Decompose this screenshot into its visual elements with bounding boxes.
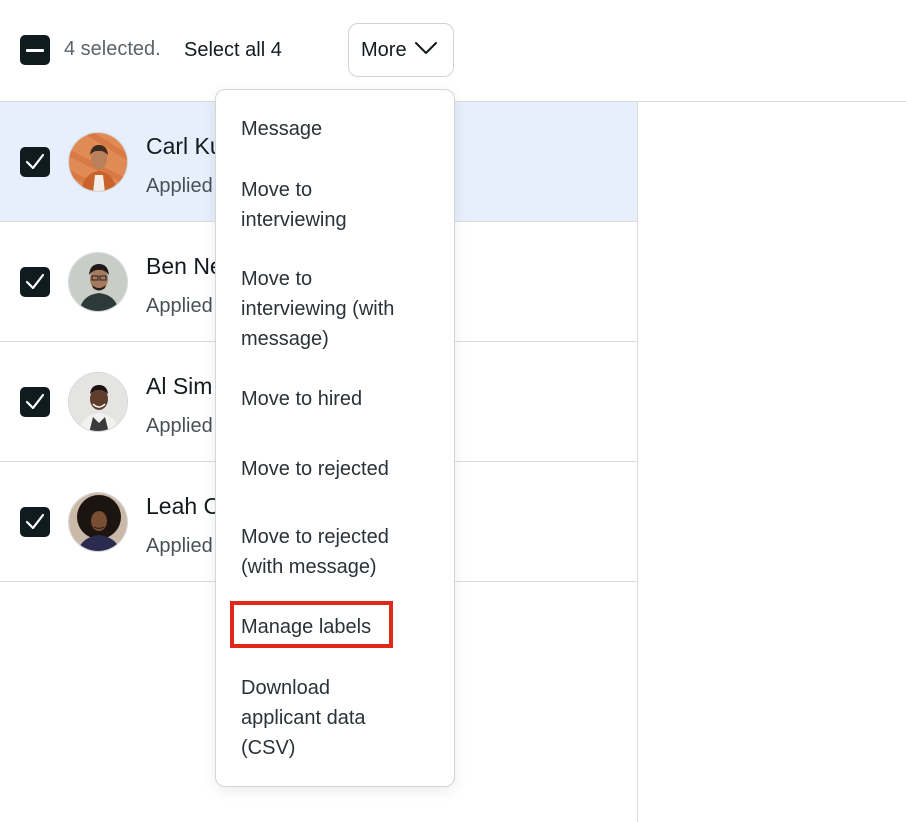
- select-all-link[interactable]: Select all 4: [184, 39, 282, 62]
- applicant-name[interactable]: Al Sim: [146, 373, 212, 400]
- select-all-checkbox[interactable]: [20, 35, 50, 65]
- menu-item-manage-labels[interactable]: Manage labels: [241, 612, 441, 642]
- menu-item-move-to-interviewing[interactable]: Move to interviewing: [241, 175, 401, 235]
- more-actions-menu: Message Move to interviewing Move to int…: [215, 89, 455, 787]
- menu-item-move-to-interviewing-with-message[interactable]: Move to interviewing (with message): [241, 264, 421, 354]
- more-button-label: More: [361, 39, 407, 61]
- applicant-list-page: 4 selected. Select all 4 More Carl Ku Ap…: [0, 0, 906, 822]
- applicant-status: Applied: [146, 415, 213, 437]
- avatar: [68, 492, 128, 552]
- avatar: [68, 252, 128, 312]
- row-checkbox[interactable]: [20, 147, 50, 177]
- checkmark-icon: [25, 153, 45, 170]
- bulk-action-toolbar: 4 selected. Select all 4 More: [0, 0, 906, 101]
- menu-item-message[interactable]: Message: [241, 114, 441, 144]
- row-checkbox[interactable]: [20, 507, 50, 537]
- avatar: [68, 372, 128, 432]
- row-checkbox[interactable]: [20, 387, 50, 417]
- applicant-name[interactable]: Carl Ku: [146, 133, 223, 160]
- applicant-status: Applied: [146, 295, 213, 317]
- selected-count-label: 4 selected.: [64, 38, 161, 60]
- applicant-status: Applied: [146, 535, 213, 557]
- checkmark-icon: [25, 513, 45, 530]
- menu-item-download-applicant-data[interactable]: Download applicant data (CSV): [241, 673, 391, 763]
- more-button[interactable]: More: [348, 23, 454, 77]
- applicant-name[interactable]: Leah C: [146, 493, 220, 520]
- menu-item-move-to-rejected-with-message[interactable]: Move to rejected (with message): [241, 522, 421, 582]
- avatar: [68, 132, 128, 192]
- checkmark-icon: [25, 393, 45, 410]
- checkmark-icon: [25, 273, 45, 290]
- applicant-status: Applied: [146, 175, 213, 197]
- chevron-down-icon: [415, 42, 437, 54]
- row-checkbox[interactable]: [20, 267, 50, 297]
- indeterminate-dash-icon: [26, 49, 44, 52]
- menu-item-move-to-rejected[interactable]: Move to rejected: [241, 454, 441, 484]
- applicant-name[interactable]: Ben Ne: [146, 253, 223, 280]
- menu-item-move-to-hired[interactable]: Move to hired: [241, 384, 441, 414]
- panel-divider: [637, 101, 638, 822]
